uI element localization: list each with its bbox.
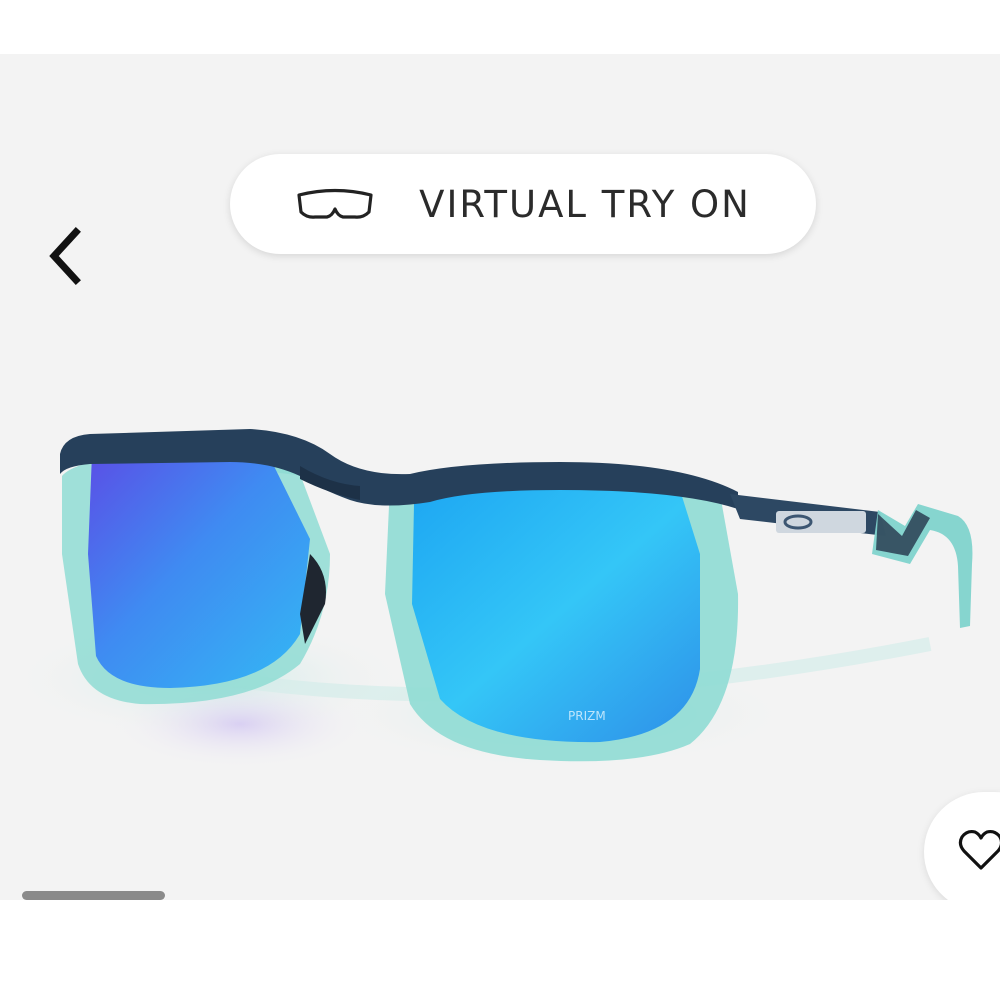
heart-outline-icon <box>958 829 1000 870</box>
right-lens <box>412 490 700 743</box>
glasses-outline-icon <box>297 188 373 219</box>
product-image-gallery[interactable]: VIRTUAL TRY ON PRIZM <box>0 54 1000 900</box>
back-button[interactable] <box>38 222 90 290</box>
temple-logo-plate <box>776 511 866 533</box>
left-lens <box>88 454 310 688</box>
image-carousel-scrollbar[interactable] <box>22 891 978 900</box>
product-page: VIRTUAL TRY ON PRIZM <box>0 0 1000 1000</box>
carousel-progress-indicator[interactable] <box>22 891 165 900</box>
lens-brand-text: PRIZM <box>568 709 606 723</box>
chevron-left-icon <box>49 227 81 285</box>
sunglasses-product-image: PRIZM <box>10 429 973 769</box>
virtual-try-on-label: VIRTUAL TRY ON <box>419 182 751 226</box>
virtual-try-on-button[interactable]: VIRTUAL TRY ON <box>230 154 816 254</box>
